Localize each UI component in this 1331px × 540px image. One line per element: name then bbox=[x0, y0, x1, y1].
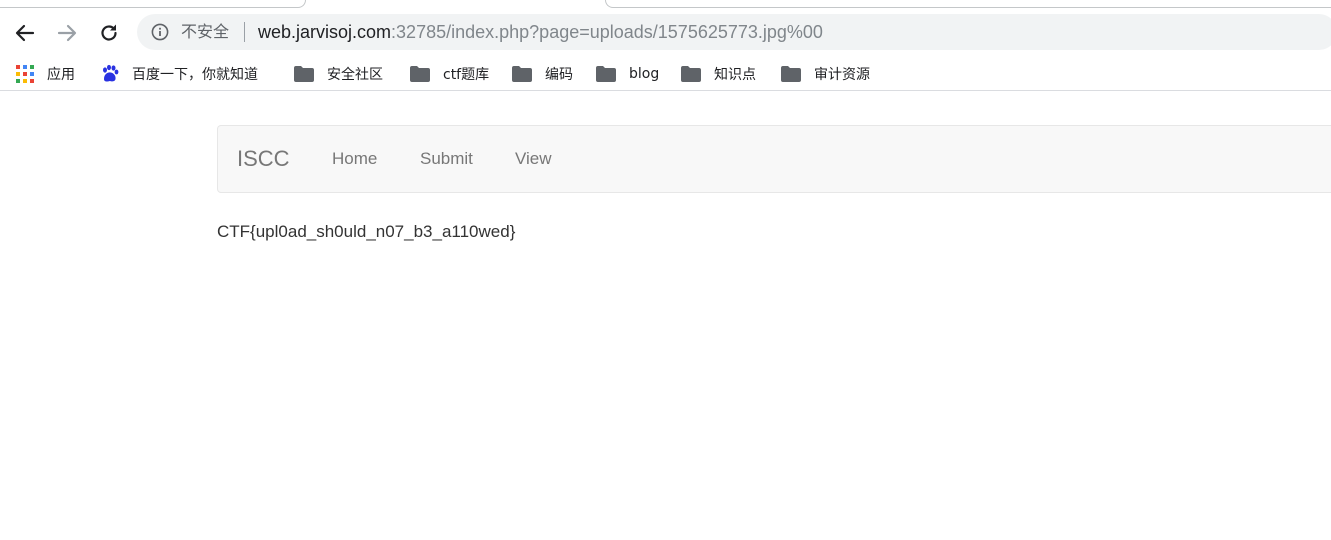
bookmark-label: 百度一下，你就知道 bbox=[132, 67, 258, 83]
site-navbar: ISCC Home Submit View bbox=[217, 125, 1331, 193]
apps-grid-icon bbox=[16, 65, 34, 83]
folder-icon bbox=[780, 65, 802, 83]
arrow-right-icon bbox=[57, 24, 77, 42]
bookmark-folder-ctf[interactable]: ctf题库 bbox=[409, 62, 489, 86]
bookmark-label: 安全社区 bbox=[327, 67, 383, 83]
bookmark-label: ctf题库 bbox=[443, 67, 490, 83]
url-text[interactable]: web.jarvisoj.com:32785/index.php?page=up… bbox=[258, 20, 823, 44]
browser-toolbar: 不安全 web.jarvisoj.com:32785/index.php?pag… bbox=[0, 8, 1331, 56]
nav-link-submit[interactable]: Submit bbox=[420, 149, 473, 169]
bookmark-baidu[interactable]: 百度一下，你就知道 bbox=[100, 62, 258, 86]
info-icon[interactable] bbox=[151, 23, 169, 41]
folder-icon bbox=[409, 65, 431, 83]
bookmark-label: 知识点 bbox=[714, 67, 756, 83]
folder-icon bbox=[680, 65, 702, 83]
address-bar[interactable]: 不安全 web.jarvisoj.com:32785/index.php?pag… bbox=[137, 14, 1331, 50]
url-host: web.jarvisoj.com bbox=[258, 22, 392, 42]
nav-link-home[interactable]: Home bbox=[332, 149, 377, 169]
bookmark-label: 审计资源 bbox=[814, 67, 870, 83]
url-path: :32785/index.php?page=uploads/1575625773… bbox=[391, 22, 823, 42]
navbar-brand[interactable]: ISCC bbox=[237, 146, 290, 172]
arrow-left-icon bbox=[15, 24, 35, 42]
bookmark-folder-knowledge[interactable]: 知识点 bbox=[680, 62, 756, 86]
flag-text: CTF{upl0ad_sh0uld_n07_b3_a110wed} bbox=[217, 222, 516, 241]
bookmark-label: 应用 bbox=[47, 67, 75, 83]
tab-strip bbox=[0, 0, 1331, 8]
bookmark-label: blog bbox=[629, 66, 660, 82]
bookmark-label: 编码 bbox=[545, 67, 573, 83]
omnibox-divider bbox=[244, 22, 245, 42]
back-button[interactable] bbox=[11, 19, 39, 47]
reload-button[interactable] bbox=[95, 19, 123, 47]
folder-icon bbox=[595, 65, 617, 83]
forward-button[interactable] bbox=[53, 19, 81, 47]
bookmarks-bar: 应用 百度一下，你就知道 安全社区 ctf题库 编码 blog 知识点 审计资源 bbox=[0, 58, 1331, 91]
nav-link-view[interactable]: View bbox=[515, 149, 552, 169]
folder-icon bbox=[511, 65, 533, 83]
bookmark-folder-security[interactable]: 安全社区 bbox=[293, 62, 383, 86]
inactive-tab-left[interactable] bbox=[0, 0, 306, 8]
bookmark-folder-blog[interactable]: blog bbox=[595, 62, 659, 86]
security-label[interactable]: 不安全 bbox=[181, 21, 229, 43]
bookmark-apps[interactable]: 应用 bbox=[16, 62, 75, 86]
folder-icon bbox=[293, 65, 315, 83]
bookmark-folder-audit[interactable]: 审计资源 bbox=[780, 62, 870, 86]
inactive-tab-right[interactable] bbox=[605, 0, 1331, 8]
reload-icon bbox=[101, 24, 117, 41]
bookmark-folder-encoding[interactable]: 编码 bbox=[511, 62, 573, 86]
baidu-paw-icon bbox=[100, 64, 120, 83]
